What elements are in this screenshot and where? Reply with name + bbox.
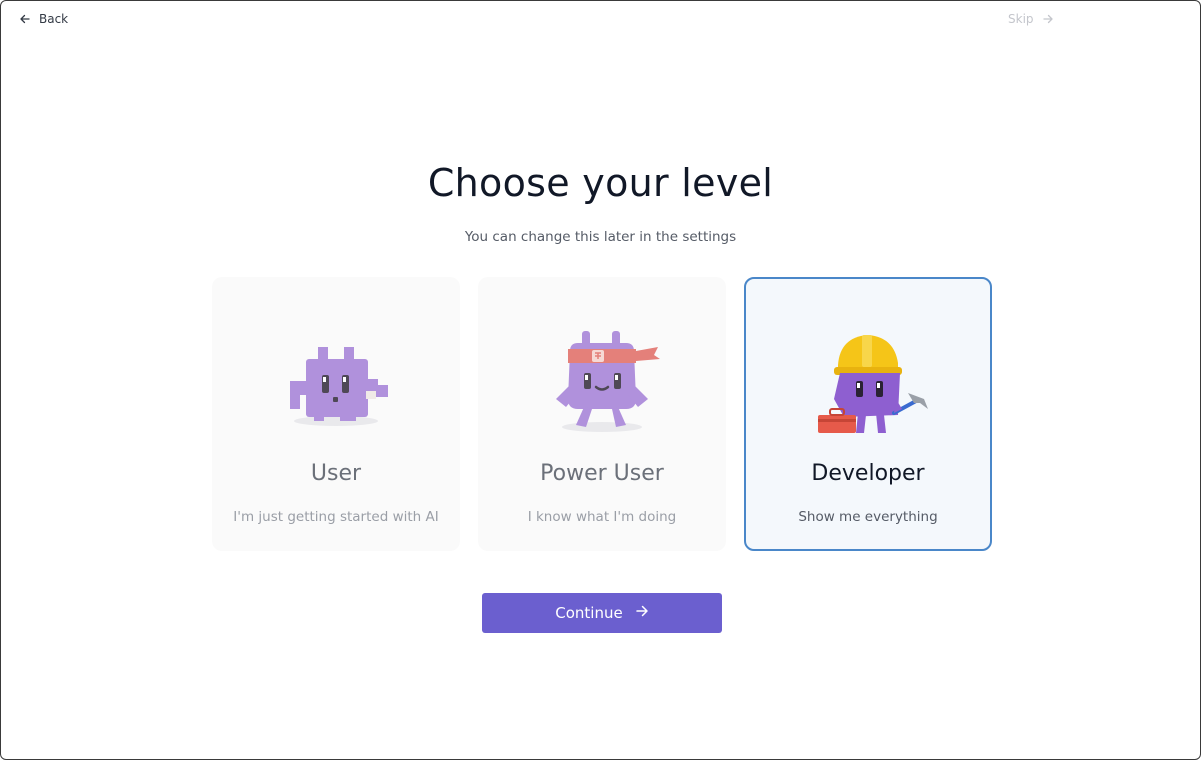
level-label: Power User xyxy=(540,461,664,486)
purple-creature-headband-icon xyxy=(532,329,672,439)
arrow-left-icon xyxy=(19,13,31,25)
back-label: Back xyxy=(39,12,69,26)
level-label: Developer xyxy=(811,461,925,486)
purple-creature-hardhat-icon xyxy=(798,329,938,439)
level-description: Show me everything xyxy=(798,509,938,525)
app-window: Back Skip Choose your level You can chan… xyxy=(0,0,1201,760)
level-card-power-user[interactable]: Power User I know what I'm doing xyxy=(478,277,726,551)
skip-label: Skip xyxy=(1008,12,1034,26)
level-card-developer[interactable]: Developer Show me everything xyxy=(744,277,992,551)
back-button[interactable]: Back xyxy=(19,12,68,26)
level-card-user[interactable]: User I'm just getting started with AI xyxy=(212,277,460,551)
continue-button[interactable]: Continue xyxy=(482,593,722,633)
skip-button[interactable]: Skip xyxy=(1008,12,1054,26)
level-label: User xyxy=(310,461,362,486)
page-title: Choose your level xyxy=(427,161,774,205)
arrow-right-icon xyxy=(635,604,649,622)
continue-label: Continue xyxy=(555,604,623,622)
level-description: I'm just getting started with AI xyxy=(233,509,439,525)
arrow-right-icon xyxy=(1042,13,1054,25)
page-subtitle: You can change this later in the setting… xyxy=(464,229,737,245)
purple-pixel-creature-icon xyxy=(266,329,406,439)
level-description: I know what I'm doing xyxy=(527,509,677,525)
